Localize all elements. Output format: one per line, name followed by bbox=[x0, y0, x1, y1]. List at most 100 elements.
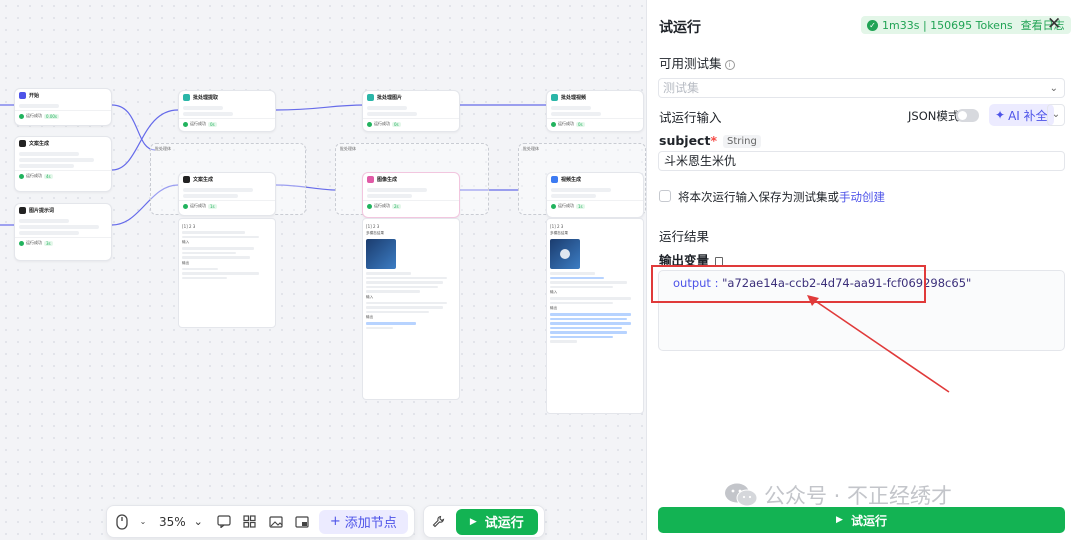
test-run-panel: 试运行 ✓ 1m33s | 150695 Tokens 查看日志 ✕ 可用测试集… bbox=[646, 0, 1080, 540]
workflow-canvas[interactable]: 开始 运行成功 0.00s 文案生成 运行成功 4s 图片提示词 运行成功 3s 批处… bbox=[0, 0, 646, 540]
node-time: 4s bbox=[44, 173, 53, 179]
input-section-label: 试运行输入 bbox=[659, 110, 722, 125]
chevron-down-icon: ⌄ bbox=[1049, 83, 1058, 94]
panel-output-label: 输出 bbox=[550, 306, 558, 310]
check-icon: ✓ bbox=[867, 19, 878, 31]
group-label: 批处理体 bbox=[340, 146, 356, 151]
add-node-button[interactable]: + 添加节点 bbox=[318, 509, 408, 534]
annotation-arrow bbox=[807, 295, 950, 393]
panel-output-label: 输出 bbox=[366, 315, 374, 319]
node-image-prompt[interactable]: 图片提示词 运行成功 3s bbox=[14, 203, 112, 261]
panel-input-label: 输入 bbox=[550, 290, 558, 294]
success-icon bbox=[19, 240, 24, 246]
batch-icon bbox=[367, 94, 374, 101]
run-stats: 1m33s | 150695 Tokens bbox=[882, 18, 1013, 32]
node-status: 运行成功 bbox=[374, 203, 390, 208]
play-icon: ▶ bbox=[836, 515, 843, 525]
success-icon bbox=[19, 173, 24, 179]
layout-icon[interactable] bbox=[241, 513, 259, 531]
node-text-generation[interactable]: 文案生成 运行成功 4s bbox=[14, 136, 112, 192]
toolbar-main: ⌄ 35% ⌄ + 添加节点 bbox=[106, 505, 415, 538]
json-mode-toggle[interactable] bbox=[956, 109, 979, 122]
panel-pages[interactable]: [1] 2 3 bbox=[366, 224, 456, 229]
run-stats-badge[interactable]: ✓ 1m33s | 150695 Tokens 查看日志 bbox=[861, 16, 1071, 34]
ai-fill-button[interactable]: ✦ AI 补全 bbox=[989, 104, 1054, 126]
node-title: 开始 bbox=[29, 93, 40, 99]
model-icon bbox=[19, 140, 26, 147]
node-time: 0.00s bbox=[44, 113, 59, 119]
node-status: 运行成功 bbox=[190, 203, 206, 208]
generated-video-thumbnail[interactable] bbox=[550, 239, 580, 269]
run-label: 试运行 bbox=[484, 516, 524, 531]
node-status: 运行成功 bbox=[190, 121, 206, 126]
testset-select[interactable]: 测试集 ⌄ bbox=[658, 78, 1065, 98]
json-mode-label: JSON模式 bbox=[908, 109, 960, 123]
subject-input[interactable]: 斗米恩生米仇 bbox=[658, 151, 1065, 171]
panel-pages[interactable]: [1] 2 3 bbox=[182, 224, 272, 229]
node-inner-text[interactable]: 文案生成 运行成功 1s bbox=[178, 172, 276, 216]
panel-output-label: 输出 bbox=[182, 260, 190, 265]
mouse-mode-icon[interactable] bbox=[113, 513, 131, 531]
success-icon bbox=[19, 113, 24, 119]
node-time: 2s bbox=[392, 203, 401, 209]
save-testset-checkbox[interactable] bbox=[659, 190, 671, 202]
comment-icon[interactable] bbox=[215, 513, 233, 531]
result-panel-video[interactable]: [1] 2 3 多模态结果 输入 输出 bbox=[546, 218, 644, 414]
panel-pages[interactable]: [1] 2 3 bbox=[550, 224, 640, 229]
generated-image-thumbnail[interactable] bbox=[366, 239, 396, 269]
watermark: 公众号 · 不正经绣才 bbox=[724, 480, 952, 510]
success-icon bbox=[551, 121, 556, 127]
result-panel-image[interactable]: [1] 2 3 多模态结果 输入 输出 bbox=[362, 218, 460, 400]
sparkle-icon: ✦ bbox=[995, 108, 1006, 122]
play-icon bbox=[560, 249, 570, 259]
node-time: 0s bbox=[576, 121, 585, 127]
minimap-icon[interactable] bbox=[293, 513, 311, 531]
node-title: 图片提示词 bbox=[29, 208, 55, 214]
start-icon bbox=[19, 92, 26, 99]
node-time: 1s bbox=[208, 203, 217, 209]
field-label: subject* String bbox=[659, 133, 761, 148]
run-button[interactable]: ▶ 试运行 bbox=[658, 507, 1065, 533]
close-icon[interactable]: ✕ bbox=[1047, 14, 1061, 34]
testset-label: 可用测试集 i bbox=[659, 53, 735, 72]
field-type: String bbox=[722, 135, 761, 148]
node-title: 文案生成 bbox=[29, 141, 50, 147]
node-start[interactable]: 开始 运行成功 0.00s bbox=[14, 88, 112, 126]
batch-icon bbox=[183, 94, 190, 101]
node-batch-3[interactable]: 批处理视频 运行成功 0s bbox=[546, 90, 644, 132]
wrench-icon[interactable] bbox=[430, 513, 448, 531]
success-icon bbox=[183, 203, 188, 209]
node-status: 运行成功 bbox=[558, 203, 574, 208]
panel-input-label: 输入 bbox=[366, 294, 374, 299]
zoom-select[interactable]: 35% ⌄ bbox=[155, 515, 207, 529]
node-title: 批处理图片 bbox=[377, 95, 403, 101]
image-icon[interactable] bbox=[267, 513, 285, 531]
result-panel-text[interactable]: [1] 2 3 输入 输出 bbox=[178, 218, 276, 328]
canvas-toolbar: ⌄ 35% ⌄ + 添加节点 ▶ 试运行 bbox=[106, 505, 545, 538]
result-section-label: 运行结果 bbox=[659, 229, 710, 244]
node-batch-2[interactable]: 批处理图片 运行成功 0s bbox=[362, 90, 460, 132]
panel-input-label: 输入 bbox=[182, 240, 190, 244]
node-title: 批处理视频 bbox=[561, 95, 587, 101]
manual-create-link[interactable]: 手动创建 bbox=[839, 190, 885, 204]
success-icon bbox=[551, 203, 556, 209]
run-button-label: 试运行 bbox=[850, 513, 887, 528]
node-video-generation[interactable]: 视频生成 运行成功 1s bbox=[546, 172, 644, 218]
image-icon bbox=[367, 176, 374, 183]
play-icon: ▶ bbox=[469, 516, 477, 527]
node-title: 批处理提取 bbox=[193, 95, 219, 101]
node-image-generation[interactable]: 图像生成 运行成功 2s bbox=[362, 172, 460, 218]
node-time: 1s bbox=[576, 203, 585, 209]
panel-title: 试运行 bbox=[659, 20, 701, 36]
panel-image-title: 多模态结果 bbox=[366, 231, 384, 235]
save-testset-text: 将本次运行输入保存为测试集或手动创建 bbox=[678, 190, 885, 204]
node-batch-1[interactable]: 批处理提取 运行成功 0s bbox=[178, 90, 276, 132]
canvas-run-button[interactable]: ▶ 试运行 bbox=[455, 508, 538, 535]
chevron-down-icon: ⌄ bbox=[1051, 109, 1061, 120]
node-status: 运行成功 bbox=[26, 173, 42, 178]
node-status: 运行成功 bbox=[374, 121, 390, 126]
chevron-down-icon[interactable]: ⌄ bbox=[139, 513, 147, 531]
toolbar-run: ▶ 试运行 bbox=[422, 505, 545, 538]
ai-fill-dropdown[interactable]: ⌄ bbox=[1047, 104, 1065, 126]
video-icon bbox=[551, 176, 558, 183]
